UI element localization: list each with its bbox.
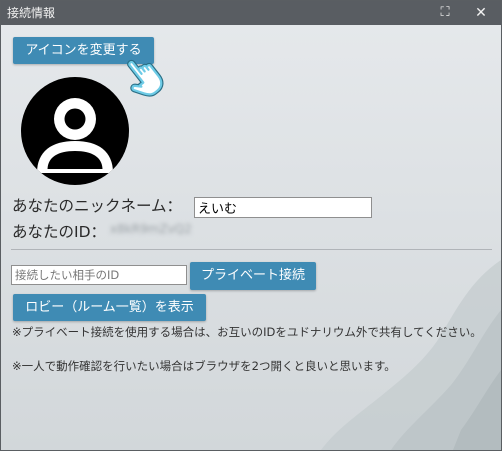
connection-info-window: 接続情報 ⛶ ✕ アイコンを変更する あなたのニックネーム： あなたのID： x…: [0, 0, 502, 451]
peer-id-input[interactable]: [11, 265, 187, 285]
person-icon: [21, 77, 129, 185]
close-icon[interactable]: ✕: [471, 3, 491, 23]
window-title: 接続情報: [7, 6, 56, 20]
note-solo-testing: ※一人で動作確認を行いたい場合はブラウザを2つ開くと良いと思います。: [12, 359, 396, 373]
show-lobby-button[interactable]: ロビー（ルーム一覧）を表示: [13, 294, 206, 321]
pointer-hand-icon: [127, 59, 164, 97]
private-connect-button[interactable]: プライベート接続: [190, 262, 316, 290]
nickname-input[interactable]: [194, 197, 372, 218]
nickname-label: あなたのニックネーム：: [12, 197, 183, 215]
note-private-connection: ※プライベート接続を使用する場合は、お互いのIDをユドナリウム外で共有してくださ…: [12, 325, 482, 339]
maximize-icon[interactable]: ⛶: [435, 3, 455, 23]
id-label: あなたのID：: [12, 223, 107, 241]
peer-id-value: x8kR9mZvQ2: [110, 222, 192, 236]
section-divider: [11, 249, 492, 250]
title-bar[interactable]: 接続情報 ⛶ ✕: [1, 1, 501, 25]
